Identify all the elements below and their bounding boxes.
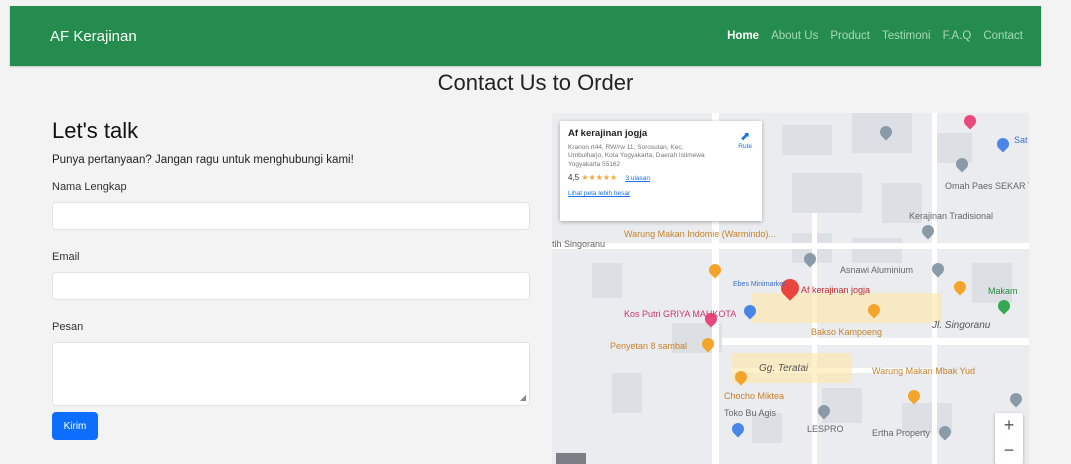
brand-logo[interactable]: AF Kerajinan xyxy=(50,28,137,45)
view-larger-map-link[interactable]: Lihat peta lebih besar xyxy=(568,190,754,197)
directions-label: Rute xyxy=(738,143,752,150)
map-marker-icon[interactable] xyxy=(706,261,724,279)
contact-form: Let's talk Punya pertanyaan? Jangan ragu… xyxy=(52,118,532,406)
map-marker-icon[interactable] xyxy=(951,278,969,296)
map-marker-icon[interactable] xyxy=(905,387,923,405)
place-address: Kranon rt44, RW/rw 11, Sorosutan, Kec. U… xyxy=(568,144,705,168)
submit-button[interactable]: Kirim xyxy=(52,412,98,440)
name-label: Nama Lengkap xyxy=(52,181,127,193)
map-label: Ertha Property xyxy=(872,428,931,438)
map-label: Kerajinan Tradisional xyxy=(909,211,994,221)
navbar: AF Kerajinan Home About Us Product Testi… xyxy=(10,6,1041,66)
email-label: Email xyxy=(52,251,80,263)
zoom-out-button[interactable]: − xyxy=(995,438,1023,463)
page: AF Kerajinan Home About Us Product Testi… xyxy=(0,0,1071,464)
map-label: Omah Paes SEKAR TANJUNG, Bu.Nur xyxy=(945,181,1029,191)
email-input[interactable] xyxy=(52,272,530,300)
map-marker-icon[interactable] xyxy=(1007,390,1025,408)
map-label: LESPRO xyxy=(807,424,844,434)
message-textarea[interactable]: ◢ xyxy=(52,342,530,406)
form-heading: Let's talk xyxy=(52,118,139,143)
directions-icon: ⬈ xyxy=(740,129,751,143)
reviews-link[interactable]: 3 ulasan xyxy=(625,175,650,182)
nav-menu: Home About Us Product Testimoni F.A.Q Co… xyxy=(727,30,1023,42)
map-label: Bakso Kampoeng xyxy=(811,327,883,337)
street-label: Gg. Teratai xyxy=(759,363,809,374)
map-label: Chocho Miktea xyxy=(724,391,785,401)
map-label: Warung Makan Indomie (Warmindo)... xyxy=(624,229,776,239)
business-label: Af kerajinan jogja xyxy=(801,285,871,295)
map-label: Ebes Minimarket xyxy=(733,281,786,288)
star-rating-icon: ★★★★★ xyxy=(581,173,618,183)
map-marker-icon[interactable] xyxy=(961,113,979,130)
name-input[interactable] xyxy=(52,202,530,230)
street-label: Jl. Singoranu xyxy=(932,320,991,331)
nav-faq[interactable]: F.A.Q xyxy=(943,30,972,42)
nav-home[interactable]: Home xyxy=(727,30,759,42)
map-label: Toko Bu Agis xyxy=(724,408,777,418)
map-label: Makam xyxy=(988,286,1018,296)
zoom-in-button[interactable]: + xyxy=(995,413,1023,438)
place-info-card: Af kerajinan jogja Kranon rt44, RW/rw 11… xyxy=(560,121,762,221)
nav-testimoni[interactable]: Testimoni xyxy=(882,30,931,42)
nav-contact[interactable]: Contact xyxy=(983,30,1023,42)
place-name: Af kerajinan jogja xyxy=(568,128,648,139)
place-rating: 4,5 ★★★★★ 3 ulasan xyxy=(568,173,754,182)
rating-value: 4,5 xyxy=(568,173,580,183)
nav-product[interactable]: Product xyxy=(830,30,870,42)
map-type-thumbnail[interactable] xyxy=(556,453,586,464)
map-label: Kos Putri GRIYA MAHKOTA xyxy=(624,309,737,319)
map-label: Sat Kor xyxy=(1014,135,1029,145)
map-label: Penyetan 8 sambal xyxy=(610,341,688,351)
section-title: Contact Us to Order xyxy=(437,70,634,95)
map-marker-icon[interactable] xyxy=(994,135,1012,153)
map-label: tih Singoranu xyxy=(552,239,606,249)
zoom-controls: + − xyxy=(995,413,1023,464)
message-label: Pesan xyxy=(52,321,84,333)
map-label: Warung Makan Mbak Yud xyxy=(872,366,976,376)
nav-about-us[interactable]: About Us xyxy=(771,30,818,42)
map-marker-icon[interactable] xyxy=(729,420,747,438)
directions-button[interactable]: ⬈ Rute xyxy=(738,129,752,150)
resize-handle-icon[interactable]: ◢ xyxy=(520,394,526,402)
form-subheading: Punya pertanyaan? Jangan ragu untuk meng… xyxy=(52,154,354,166)
map-label: Asnawi Aluminium xyxy=(840,265,914,275)
google-map[interactable]: Sat Kor Omah Paes SEKAR TANJUNG, Bu.Nur … xyxy=(552,113,1029,464)
